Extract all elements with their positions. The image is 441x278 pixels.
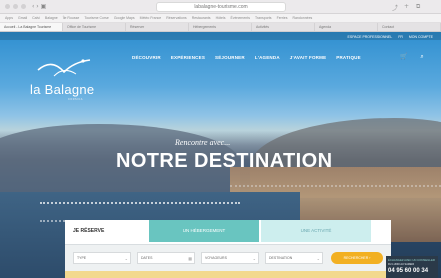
browser-tab[interactable]: Réserver (126, 23, 189, 31)
hero-subtitle: Rencontre avec... (175, 138, 231, 147)
dates-field-label: DATES (141, 256, 153, 260)
close-window-button[interactable] (5, 4, 10, 9)
bookmark-item[interactable]: Calvi (32, 16, 40, 20)
bookmark-item[interactable]: Ferries (277, 16, 288, 20)
bookmark-item[interactable]: Randonnées (292, 16, 312, 20)
nav-item-shape[interactable]: J'AVAIT FORME (290, 55, 327, 60)
window-controls (5, 4, 26, 9)
booking-title: JE RÉSERVE (73, 228, 105, 234)
contact-hours: DU LUNDI AU SAMEDI (388, 263, 415, 266)
bookmark-item[interactable]: Gmail (18, 16, 27, 20)
travelers-select[interactable]: VOYAGEURS ⌄ (201, 252, 259, 264)
bookmark-item[interactable]: Google Maps (114, 16, 135, 20)
nav-item-practical[interactable]: PRATIQUE (336, 55, 361, 60)
chevron-down-icon: ⌄ (124, 256, 128, 261)
back-forward-icon[interactable]: ‹ › ▣ (32, 3, 46, 10)
bookmark-item[interactable]: Île Rousse (63, 16, 80, 20)
bird-icon (37, 59, 91, 77)
cart-icon[interactable]: 🛒 (400, 53, 408, 61)
browser-titlebar: ‹ › ▣ labalagne-tourisme.com ⤴ + ⧉ (0, 0, 441, 14)
tab-activity[interactable]: UNE ACTIVITÉ (261, 220, 371, 242)
bookmark-item[interactable]: Météo France (140, 16, 162, 20)
main-navigation: DÉCOUVRIR EXPÉRIENCES SÉJOURNER L'AGENDA… (132, 55, 361, 60)
site-logo[interactable]: la Balagne CORSICA (30, 54, 100, 104)
contact-phone[interactable]: 04 95 60 00 34 (388, 268, 436, 274)
pro-space-link[interactable]: ESPACE PROFESSIONNEL (348, 35, 393, 39)
bookmarks-bar: Apps Gmail Calvi Balagne Île Rousse Tour… (0, 14, 441, 23)
browser-tab[interactable]: Hébergements (189, 23, 252, 31)
chevron-down-icon: ⌄ (316, 256, 320, 261)
calendar-icon: ▦ (188, 256, 192, 261)
bookmark-item[interactable]: Événements (230, 16, 249, 20)
logo-text: la Balagne (30, 82, 95, 97)
minimize-window-button[interactable] (13, 4, 18, 9)
nav-item-experiences[interactable]: EXPÉRIENCES (171, 55, 205, 60)
booking-accent-bar (65, 271, 391, 278)
browser-tab[interactable]: Agenda (315, 23, 378, 31)
tab-accommodation[interactable]: UN HÉBERGEMENT (149, 220, 259, 242)
search-button[interactable]: RECHERCHER › (331, 252, 383, 264)
destination-select[interactable]: DESTINATION ⌄ (265, 252, 323, 264)
nav-item-stay[interactable]: SÉJOURNER (215, 55, 245, 60)
top-utility-links: ESPACE PROFESSIONNEL FR MON COMPTE (348, 35, 433, 39)
dates-field[interactable]: DATES ▦ (137, 252, 195, 264)
type-select-label: TYPE (77, 256, 87, 260)
hero-section: ESPACE PROFESSIONNEL FR MON COMPTE la Ba… (0, 32, 441, 278)
maximize-window-button[interactable] (21, 4, 26, 9)
search-icon[interactable]: ⌕ (418, 53, 426, 61)
destination-select-label: DESTINATION (269, 256, 293, 260)
browser-tab[interactable]: Contact (378, 23, 441, 31)
type-select[interactable]: TYPE ⌄ (73, 252, 131, 264)
bookmark-item[interactable]: Balagne (45, 16, 58, 20)
browser-tab-strip: Accueil - La Balagne Tourisme Office de … (0, 23, 441, 32)
nav-item-agenda[interactable]: L'AGENDA (255, 55, 280, 60)
new-tab-icon[interactable]: + (404, 3, 409, 10)
hero-title: NOTRE DESTINATION (116, 150, 333, 172)
browser-tab[interactable]: Office de Tourisme (63, 23, 126, 31)
tabs-overview-icon[interactable]: ⧉ (416, 3, 420, 11)
account-link[interactable]: MON COMPTE (409, 35, 433, 39)
chevron-down-icon: ⌄ (252, 256, 256, 261)
logo-subtitle: CORSICA (68, 98, 83, 101)
hero-harbour (40, 202, 240, 222)
browser-tab[interactable]: Accueil - La Balagne Tourisme (0, 23, 63, 31)
bookmark-item[interactable]: Restaurants (192, 16, 211, 20)
contact-box[interactable]: ÉCHANGEZ AVEC UN CONSEILLER DU LUNDI AU … (386, 256, 438, 278)
language-switch[interactable]: FR (398, 35, 403, 39)
contact-heading: ÉCHANGEZ AVEC UN CONSEILLER (388, 258, 435, 262)
share-icon[interactable]: ⤴ (392, 3, 398, 12)
bookmark-item[interactable]: Transports (255, 16, 272, 20)
bookmark-item[interactable]: Hôtels (216, 16, 226, 20)
bookmark-item[interactable]: Tourisme Corse (84, 16, 109, 20)
travelers-select-label: VOYAGEURS (205, 256, 227, 260)
bookmark-item[interactable]: Réservations (166, 16, 186, 20)
bookmark-item[interactable]: Apps (5, 16, 13, 20)
address-bar[interactable]: labalagne-tourisme.com (156, 2, 286, 12)
nav-item-discover[interactable]: DÉCOUVRIR (132, 55, 161, 60)
booking-widget: JE RÉSERVE UN HÉBERGEMENT UNE ACTIVITÉ T… (65, 220, 391, 278)
browser-tab[interactable]: Activités (252, 23, 315, 31)
